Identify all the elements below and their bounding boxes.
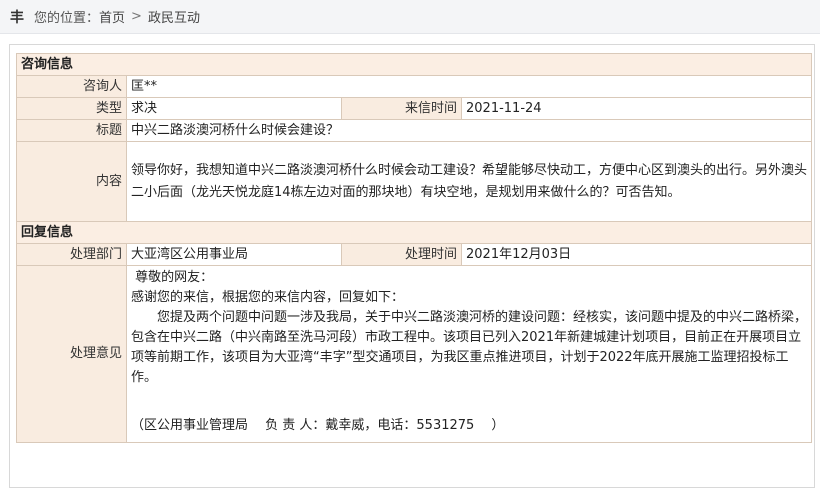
reply-body-text: 您提及两个问题中问题一涉及我局，关于中兴二路淡澳河桥的建设问题：经核实，该问题中…	[131, 310, 808, 385]
detail-panel: 咨询信息 咨询人 匡** 类型 求决 来信时间 2021-11-24 标题 中兴…	[9, 44, 815, 488]
dept-row: 处理部门 大亚湾区公用事业局 处理时间 2021年12月03日	[16, 243, 813, 266]
detail-table: 咨询信息 咨询人 匡** 类型 求决 来信时间 2021-11-24 标题 中兴…	[15, 53, 813, 443]
dept-value: 大亚湾区公用事业局	[126, 243, 342, 266]
reply-greeting: 尊敬的网友：	[131, 270, 214, 285]
breadcrumb-prefix: 您的位置：	[34, 11, 100, 26]
consult-section-title: 咨询信息	[15, 53, 813, 76]
consultant-value: 匡**	[125, 75, 813, 98]
time-label: 处理时间	[341, 243, 462, 266]
opinion-value: 尊敬的网友： 感谢您的来信，根据您的来信内容，回复如下： 您提及两个问题中问题一…	[125, 265, 813, 443]
breadcrumb-separator: >	[131, 9, 142, 24]
date-value: 2021-11-24	[460, 97, 813, 120]
consultant-label: 咨询人	[16, 75, 127, 98]
content-label: 内容	[16, 141, 127, 222]
time-value: 2021年12月03日	[460, 243, 813, 266]
content-row: 内容 领导你好，我想知道中兴二路淡澳河桥什么时候会动工建设？希望能够尽快动工，方…	[16, 141, 813, 222]
reply-thanks: 感谢您的来信，根据您的来信内容，回复如下：	[131, 290, 405, 305]
type-row: 类型 求决 来信时间 2021-11-24	[16, 97, 813, 120]
reply-section-title: 回复信息	[15, 221, 813, 244]
title-label: 标题	[16, 119, 127, 142]
title-row: 标题 中兴二路淡澳河桥什么时候会建设？	[16, 119, 813, 142]
dept-label: 处理部门	[16, 243, 127, 266]
consult-section-header: 咨询信息	[15, 53, 813, 76]
type-value: 求决	[126, 97, 342, 120]
reply-section-header: 回复信息	[15, 221, 813, 244]
breadcrumb-current-link[interactable]: 政民互动	[148, 7, 200, 26]
date-label: 来信时间	[341, 97, 462, 120]
reply-signature: （区公用事业管理局 负 责 人：戴幸威，电话：5531275 ）	[131, 418, 505, 433]
type-label: 类型	[16, 97, 127, 120]
breadcrumb: 丰 您的位置： 首页 > 政民互动	[0, 0, 820, 34]
location-icon: 丰	[10, 9, 24, 26]
title-value: 中兴二路淡澳河桥什么时候会建设？	[125, 119, 813, 142]
reply-spacer	[131, 388, 807, 416]
consultant-row: 咨询人 匡**	[16, 75, 813, 98]
breadcrumb-home-link[interactable]: 首页	[99, 7, 125, 26]
opinion-row: 处理意见 尊敬的网友： 感谢您的来信，根据您的来信内容，回复如下： 您提及两个问…	[16, 265, 813, 443]
content-value: 领导你好，我想知道中兴二路淡澳河桥什么时候会动工建设？希望能够尽快动工，方便中心…	[125, 141, 813, 222]
opinion-label: 处理意见	[16, 265, 127, 443]
